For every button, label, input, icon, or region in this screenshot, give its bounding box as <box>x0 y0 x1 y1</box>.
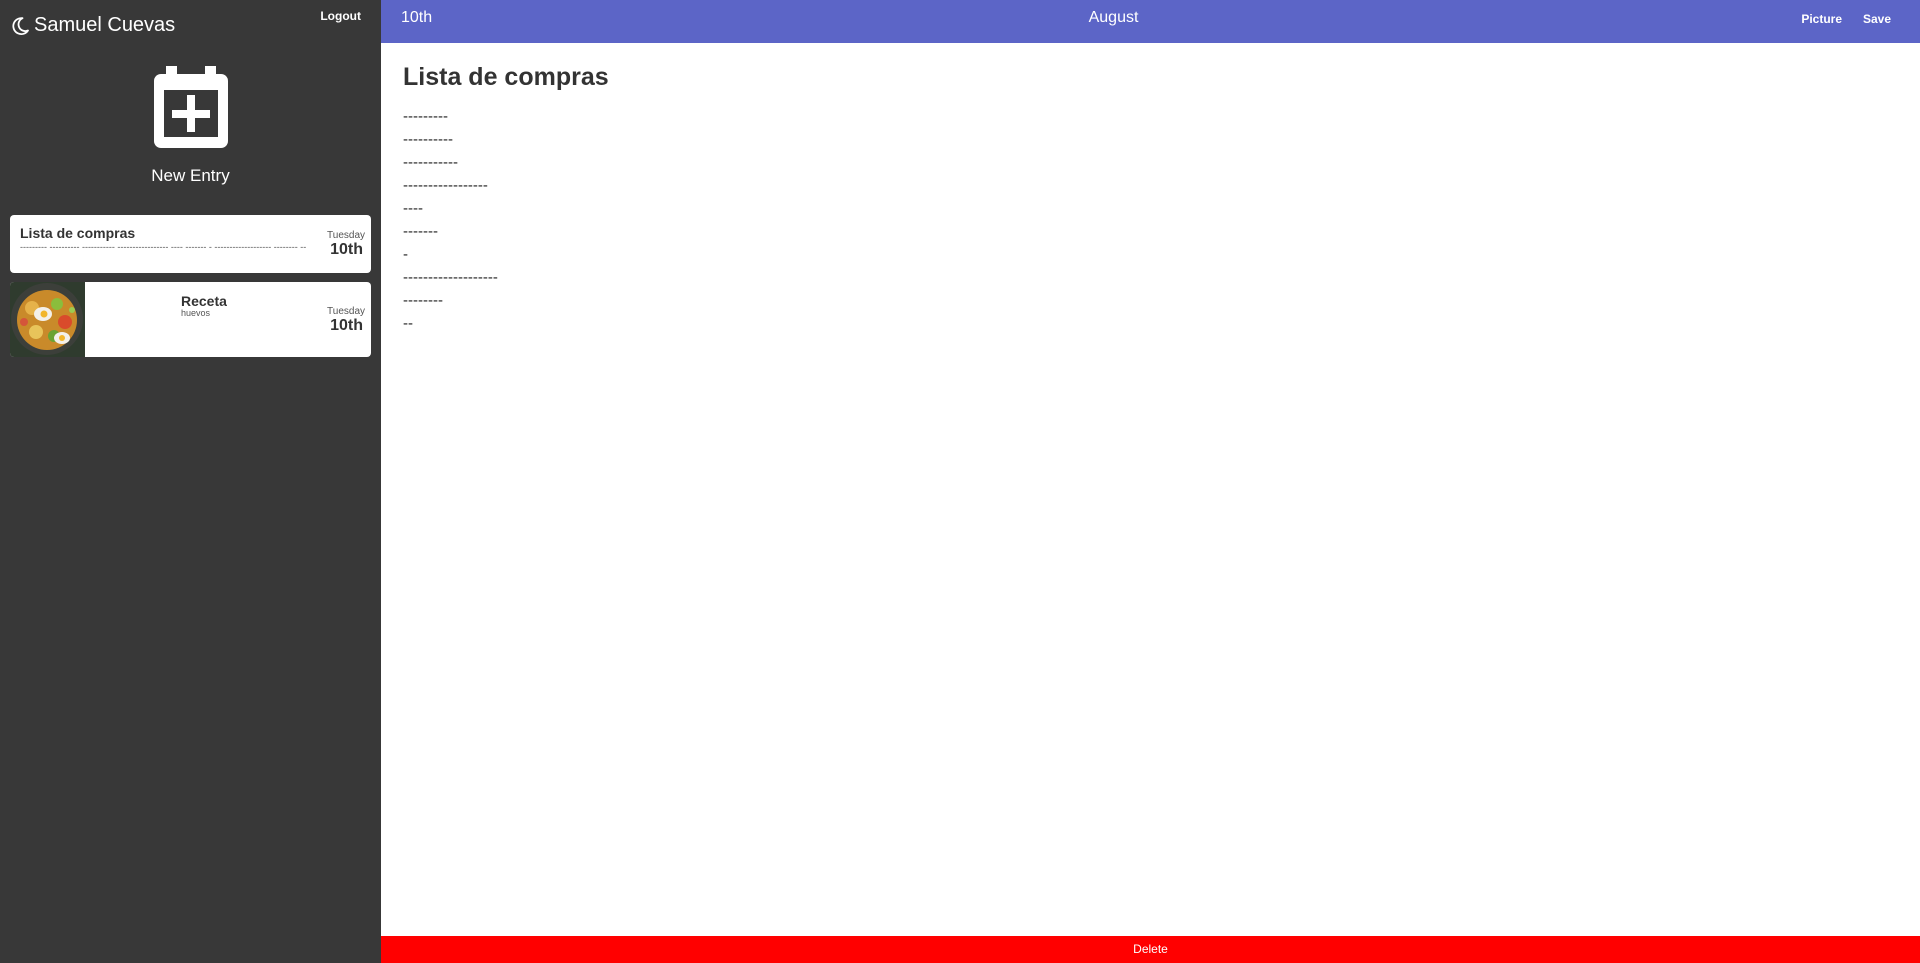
entry-day-name: Tuesday <box>327 306 365 317</box>
entry-list: Lista de compras --------- ---------- --… <box>10 215 371 366</box>
new-entry-button[interactable]: New Entry <box>0 66 381 186</box>
current-month: August <box>1088 9 1139 26</box>
entry-thumbnail <box>10 282 85 357</box>
sidebar: Samuel Cuevas Logout New Entry Lista de … <box>0 0 381 963</box>
entry-date: 10th <box>330 317 363 334</box>
body-line: -- <box>403 315 413 332</box>
entry-date: 10th <box>330 241 363 258</box>
sidebar-header: Samuel Cuevas Logout <box>0 0 381 48</box>
logout-button[interactable]: Logout <box>320 9 361 23</box>
save-button[interactable]: Save <box>1863 12 1891 26</box>
user-name: Samuel Cuevas <box>34 14 176 36</box>
body-line: --------- <box>403 108 448 125</box>
body-line: ------- <box>403 223 438 240</box>
entry-card[interactable]: Receta huevos Tuesday 10th <box>10 282 371 357</box>
entry-day-name: Tuesday <box>327 230 365 241</box>
calendar-plus-icon <box>153 66 228 148</box>
picture-button[interactable]: Picture <box>1801 12 1842 26</box>
entry-body-field[interactable]: --------- ---------- ----------- -------… <box>403 105 1883 335</box>
entry-title: Lista de compras <box>20 225 136 241</box>
entry-title-field[interactable]: Lista de compras <box>403 62 1883 92</box>
body-line: ----------- <box>403 154 458 171</box>
entry-card[interactable]: Lista de compras --------- ---------- --… <box>10 215 371 273</box>
body-line: ---------- <box>403 131 453 148</box>
new-entry-label: New Entry <box>151 166 230 185</box>
body-line: -------- <box>403 292 443 309</box>
entry-snippet: --------- ---------- ----------- -------… <box>20 242 307 252</box>
top-bar: 10th August Picture Save <box>381 0 1920 43</box>
entry-editor[interactable]: Lista de compras --------- ---------- --… <box>403 62 1883 335</box>
delete-button[interactable]: Delete <box>381 936 1920 963</box>
body-line: - <box>403 246 408 263</box>
user-info: Samuel Cuevas <box>10 14 175 37</box>
body-line: ----------------- <box>403 177 488 194</box>
body-line: ---- <box>403 200 423 217</box>
entry-title: Receta <box>181 293 227 309</box>
moon-icon <box>12 16 29 35</box>
entry-snippet: huevos <box>181 308 211 318</box>
body-line: ------------------- <box>403 269 498 286</box>
